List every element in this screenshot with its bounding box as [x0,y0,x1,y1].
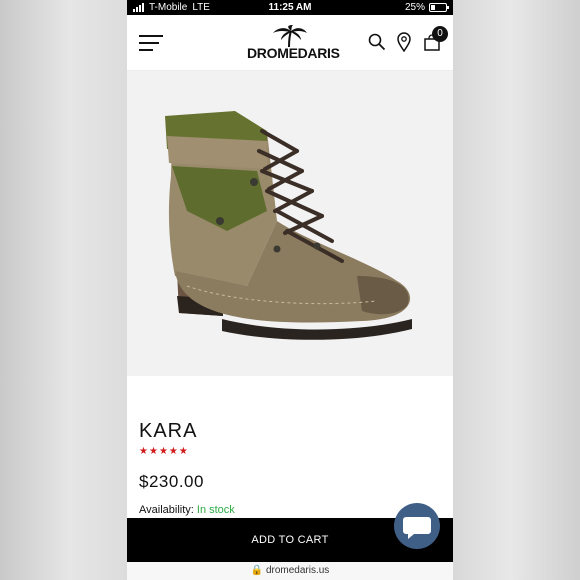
status-right: 25% [404,2,449,13]
boot-image [165,111,412,340]
chat-bubble-icon [403,517,431,539]
star-icon: ★ [148,446,158,457]
star-icon: ★ [139,446,148,457]
site-logo[interactable]: DROMEDARIS [247,25,340,65]
chat-button[interactable] [394,503,440,549]
availability: Availability: In stock [139,504,235,516]
product-image[interactable] [127,71,453,376]
site-header: DROMEDARIS 0 [127,15,453,71]
product-price: $230.00 [139,472,204,491]
battery-icon [429,3,449,12]
star-icon: ★ [158,446,168,457]
cart-count-badge[interactable]: 0 [432,26,448,42]
lock-icon: 🔒 [250,565,264,576]
menu-icon[interactable] [139,35,163,51]
location-pin-icon[interactable] [397,32,411,52]
url-text: dromedaris.us [265,565,330,576]
battery-percent: 25% [404,2,425,13]
browser-url-bar[interactable]: 🔒 dromedaris.us [127,562,453,580]
availability-label: Availability: [139,504,194,516]
star-icon: ★ [178,446,188,457]
status-bar: T-Mobile LTE 11:25 AM 25% [127,0,453,15]
rating-stars: ★ ★ ★ ★ ★ [139,447,188,457]
phone-screen: T-Mobile LTE 11:25 AM 25% DROMEDARIS 0 K… [127,0,453,580]
logo-wordmark: DROMEDARIS [247,45,340,61]
product-title: KARA [139,420,198,442]
search-icon[interactable] [368,33,386,51]
star-icon: ★ [168,446,178,457]
availability-status: In stock [196,504,235,516]
